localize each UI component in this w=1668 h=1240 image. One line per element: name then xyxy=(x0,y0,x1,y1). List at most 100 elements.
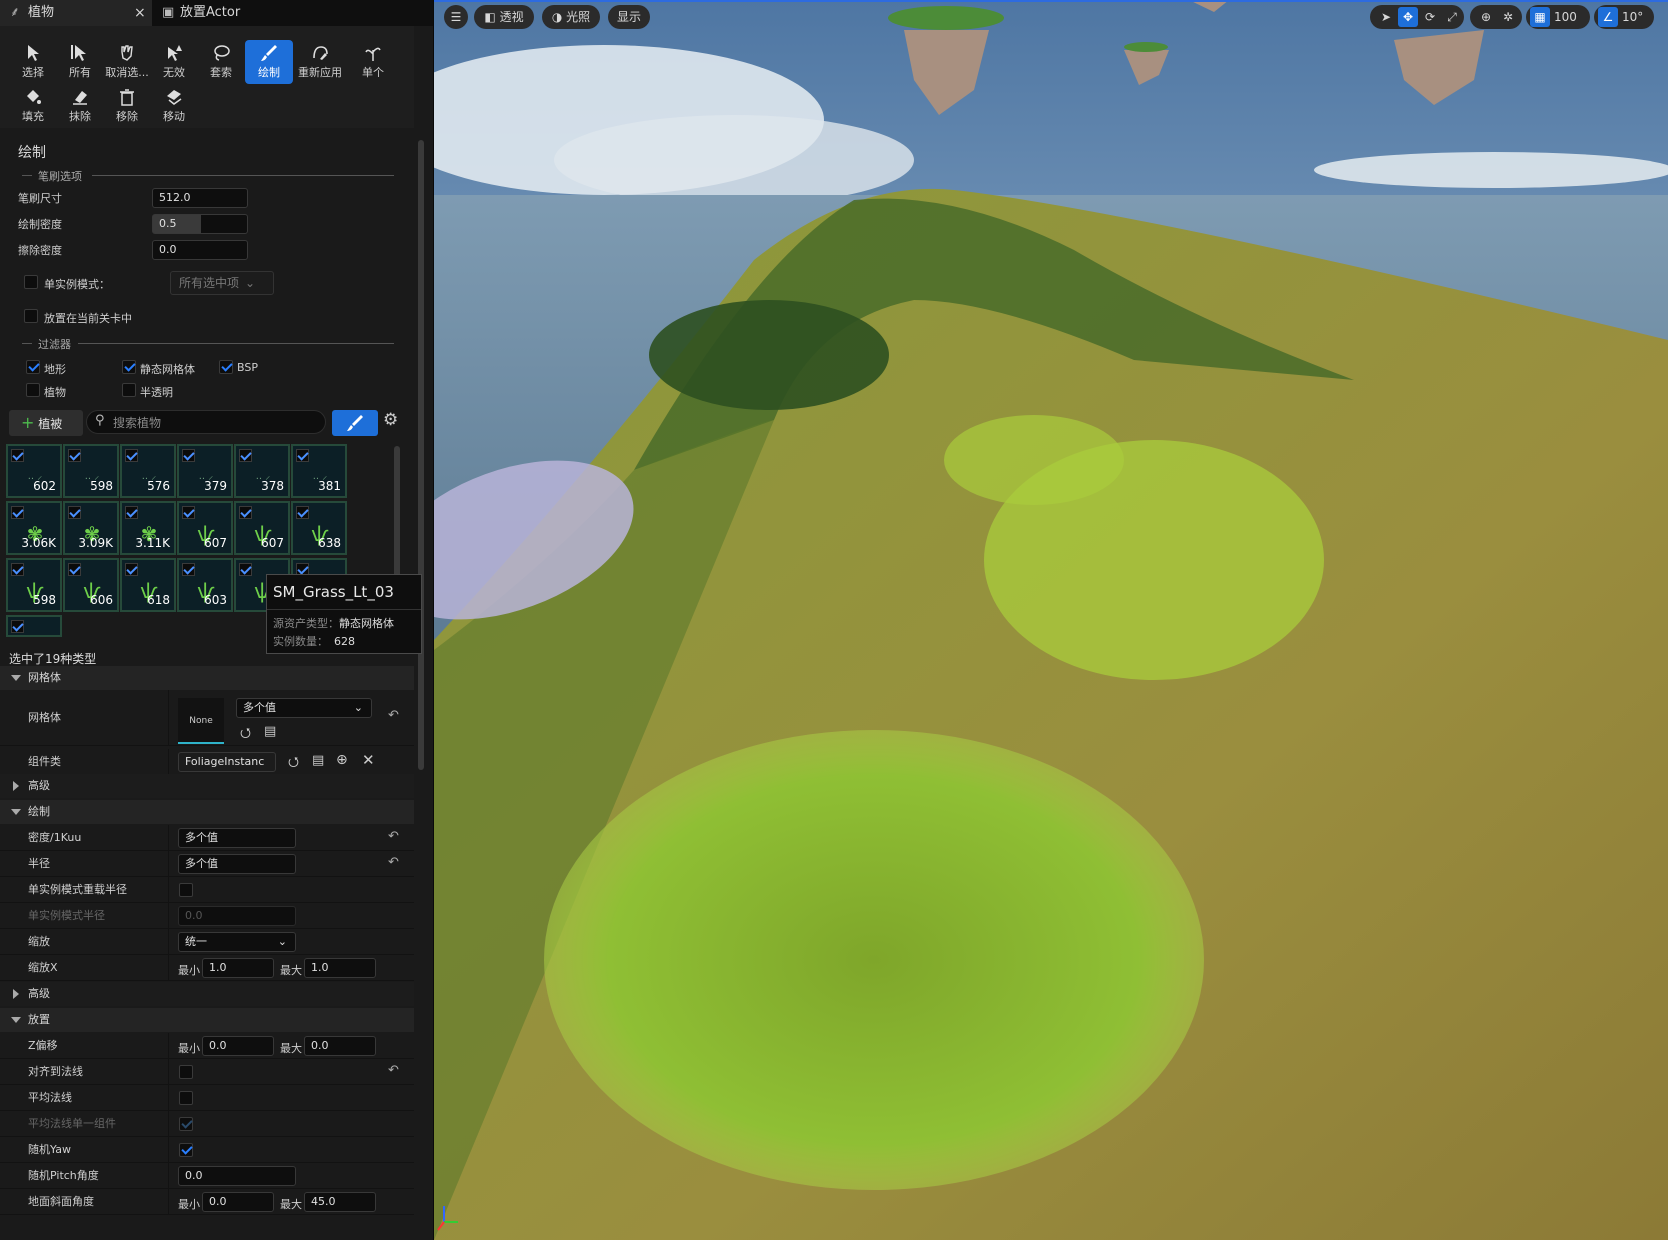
foliage-tile[interactable]: ѱ 598 xyxy=(6,558,62,612)
foliage-tile-checkbox[interactable] xyxy=(296,506,309,519)
reset-icon[interactable]: ↶ xyxy=(388,708,399,723)
foliage-tile-checkbox[interactable] xyxy=(182,449,195,462)
advanced-expander[interactable]: 高级 xyxy=(0,774,414,798)
foliage-tile[interactable]: ѱ 606 xyxy=(63,558,119,612)
tool-deselect[interactable]: 取消选... xyxy=(103,40,151,84)
foliage-tile-checkbox[interactable] xyxy=(239,563,252,576)
foliage-tile-checkbox[interactable] xyxy=(68,563,81,576)
foliage-tile[interactable]: .. ⸝ 378 xyxy=(234,444,290,498)
single-instance-dropdown[interactable]: 所有选中项 ⌄ xyxy=(170,271,274,295)
lit-button[interactable]: ◑ 光照 xyxy=(542,5,600,29)
select-mode-icon[interactable]: ➤ xyxy=(1376,5,1396,29)
tool-select[interactable]: 选择 xyxy=(9,40,57,84)
tab-place-actor[interactable]: ▣ 放置Actor xyxy=(158,0,408,26)
foliage-tile-checkbox[interactable] xyxy=(11,563,24,576)
foliage-tile[interactable]: .. ⸝ 602 xyxy=(6,444,62,498)
tool-erase[interactable]: 抹除 xyxy=(56,84,104,128)
foliage-tile[interactable]: ѱ 638 xyxy=(291,501,347,555)
brush-size-field[interactable]: 512.0 xyxy=(152,188,248,208)
foliage-tile[interactable]: ѱ 607 xyxy=(234,501,290,555)
perspective-button[interactable]: ◧ 透视 xyxy=(474,5,534,29)
rotation-snap-control[interactable]: ∠ 10° xyxy=(1594,5,1654,29)
browse-icon[interactable]: ▤ xyxy=(312,753,324,768)
density-field[interactable]: 多个值 xyxy=(178,828,296,848)
foliage-tile[interactable]: ѱ 603 xyxy=(177,558,233,612)
foliage-tile-checkbox[interactable] xyxy=(182,506,195,519)
foliage-tile[interactable]: .. ⸝ 379 xyxy=(177,444,233,498)
browse-icon[interactable]: ▤ xyxy=(264,724,276,739)
foliage-tile[interactable]: ✾ 3.06K xyxy=(6,501,62,555)
clear-icon[interactable]: ✕ xyxy=(362,751,375,769)
align-normal-checkbox[interactable] xyxy=(179,1065,193,1079)
tool-lasso[interactable]: 套索 xyxy=(197,40,245,84)
tool-paint[interactable]: 绘制 xyxy=(245,40,293,84)
foliage-tile-checkbox[interactable] xyxy=(11,620,24,633)
single-radius-override-checkbox[interactable] xyxy=(179,883,193,897)
foliage-tile[interactable] xyxy=(6,615,62,637)
z-offset-max-field[interactable]: 0.0 xyxy=(304,1036,376,1056)
tool-fill[interactable]: 填充 xyxy=(9,84,57,128)
foliage-tile-checkbox[interactable] xyxy=(11,506,24,519)
filter-static-mesh-checkbox[interactable] xyxy=(122,360,136,374)
foliage-tile-checkbox[interactable] xyxy=(125,563,138,576)
tool-reapply[interactable]: 重新应用 xyxy=(292,40,348,84)
radius-field[interactable]: 多个值 xyxy=(178,854,296,874)
paint-toggle-button[interactable] xyxy=(332,410,378,436)
foliage-tile-checkbox[interactable] xyxy=(239,449,252,462)
foliage-tile-checkbox[interactable] xyxy=(296,449,309,462)
random-yaw-checkbox[interactable] xyxy=(179,1143,193,1157)
use-selected-icon[interactable]: ⭯ xyxy=(288,753,299,775)
advanced-expander-2[interactable]: 高级 xyxy=(0,982,414,1006)
category-paint[interactable]: 绘制 xyxy=(0,800,414,824)
foliage-tile[interactable]: ѱ 618 xyxy=(120,558,176,612)
reset-icon[interactable]: ↶ xyxy=(388,855,399,870)
foliage-tile[interactable]: ✾ 3.11K xyxy=(120,501,176,555)
add-foliage-button[interactable]: + 植被 xyxy=(9,410,83,436)
show-button[interactable]: 显示 xyxy=(608,5,650,29)
level-viewport[interactable]: ☰ ◧ 透视 ◑ 光照 显示 ➤ ✥ ⟳ ⤢ ⊕ ✲ ▦ 100 ∠ 10° xyxy=(434,0,1668,1240)
mesh-dropdown[interactable]: 多个值 ⌄ xyxy=(236,698,372,718)
close-icon[interactable]: × xyxy=(134,0,146,26)
reset-icon[interactable]: ↶ xyxy=(388,829,399,844)
foliage-tile-checkbox[interactable] xyxy=(11,449,24,462)
tool-single[interactable]: 单个 xyxy=(349,40,397,84)
translate-icon[interactable]: ✥ xyxy=(1398,7,1418,27)
tool-select-all[interactable]: 所有 xyxy=(56,40,104,84)
tool-invalid[interactable]: 无效 xyxy=(150,40,198,84)
erase-density-field[interactable]: 0.0 xyxy=(152,240,248,260)
tool-move[interactable]: 移动 xyxy=(150,84,198,128)
foliage-tile[interactable]: .. ⸝ 598 xyxy=(63,444,119,498)
component-class-dropdown[interactable]: FoliageInstanc xyxy=(178,752,276,772)
mesh-thumbnail[interactable]: None xyxy=(178,698,224,744)
tab-foliage[interactable]: ⸙ 植物 × xyxy=(0,0,152,26)
tool-remove[interactable]: 移除 xyxy=(103,84,151,128)
random-pitch-field[interactable]: 0.0 xyxy=(178,1166,296,1186)
paint-density-slider[interactable]: 0.5 xyxy=(152,214,248,234)
filter-foliage-checkbox[interactable] xyxy=(26,383,40,397)
z-offset-min-field[interactable]: 0.0 xyxy=(202,1036,274,1056)
category-placement[interactable]: 放置 xyxy=(0,1008,414,1032)
scale-icon[interactable]: ⤢ xyxy=(1442,5,1462,29)
foliage-tile-checkbox[interactable] xyxy=(239,506,252,519)
palette-scrollbar[interactable] xyxy=(394,446,400,586)
grid-snap-control[interactable]: ▦ 100 xyxy=(1526,5,1590,29)
single-instance-checkbox[interactable] xyxy=(24,275,38,289)
foliage-tile-checkbox[interactable] xyxy=(68,506,81,519)
gear-icon[interactable]: ⚙ xyxy=(383,410,398,430)
category-mesh[interactable]: 网格体 xyxy=(0,666,414,690)
foliage-tile-checkbox[interactable] xyxy=(68,449,81,462)
scaling-dropdown[interactable]: 统一 ⌄ xyxy=(178,932,296,952)
foliage-tile-checkbox[interactable] xyxy=(125,506,138,519)
foliage-tile[interactable]: ѱ 607 xyxy=(177,501,233,555)
ground-slope-min-field[interactable]: 0.0 xyxy=(202,1192,274,1212)
foliage-tile[interactable]: .. ⸝ 576 xyxy=(120,444,176,498)
foliage-tile[interactable]: ✾ 3.09K xyxy=(63,501,119,555)
filter-bsp-checkbox[interactable] xyxy=(219,360,233,374)
foliage-search[interactable]: ⚲ 搜索植物 xyxy=(86,410,326,434)
panel-scrollbar[interactable] xyxy=(418,140,424,770)
filter-landscape-checkbox[interactable] xyxy=(26,360,40,374)
foliage-tile-checkbox[interactable] xyxy=(182,563,195,576)
world-globe-icon[interactable]: ⊕ xyxy=(1476,5,1496,29)
add-icon[interactable]: ⊕ xyxy=(336,752,348,768)
place-in-level-checkbox[interactable] xyxy=(24,309,38,323)
